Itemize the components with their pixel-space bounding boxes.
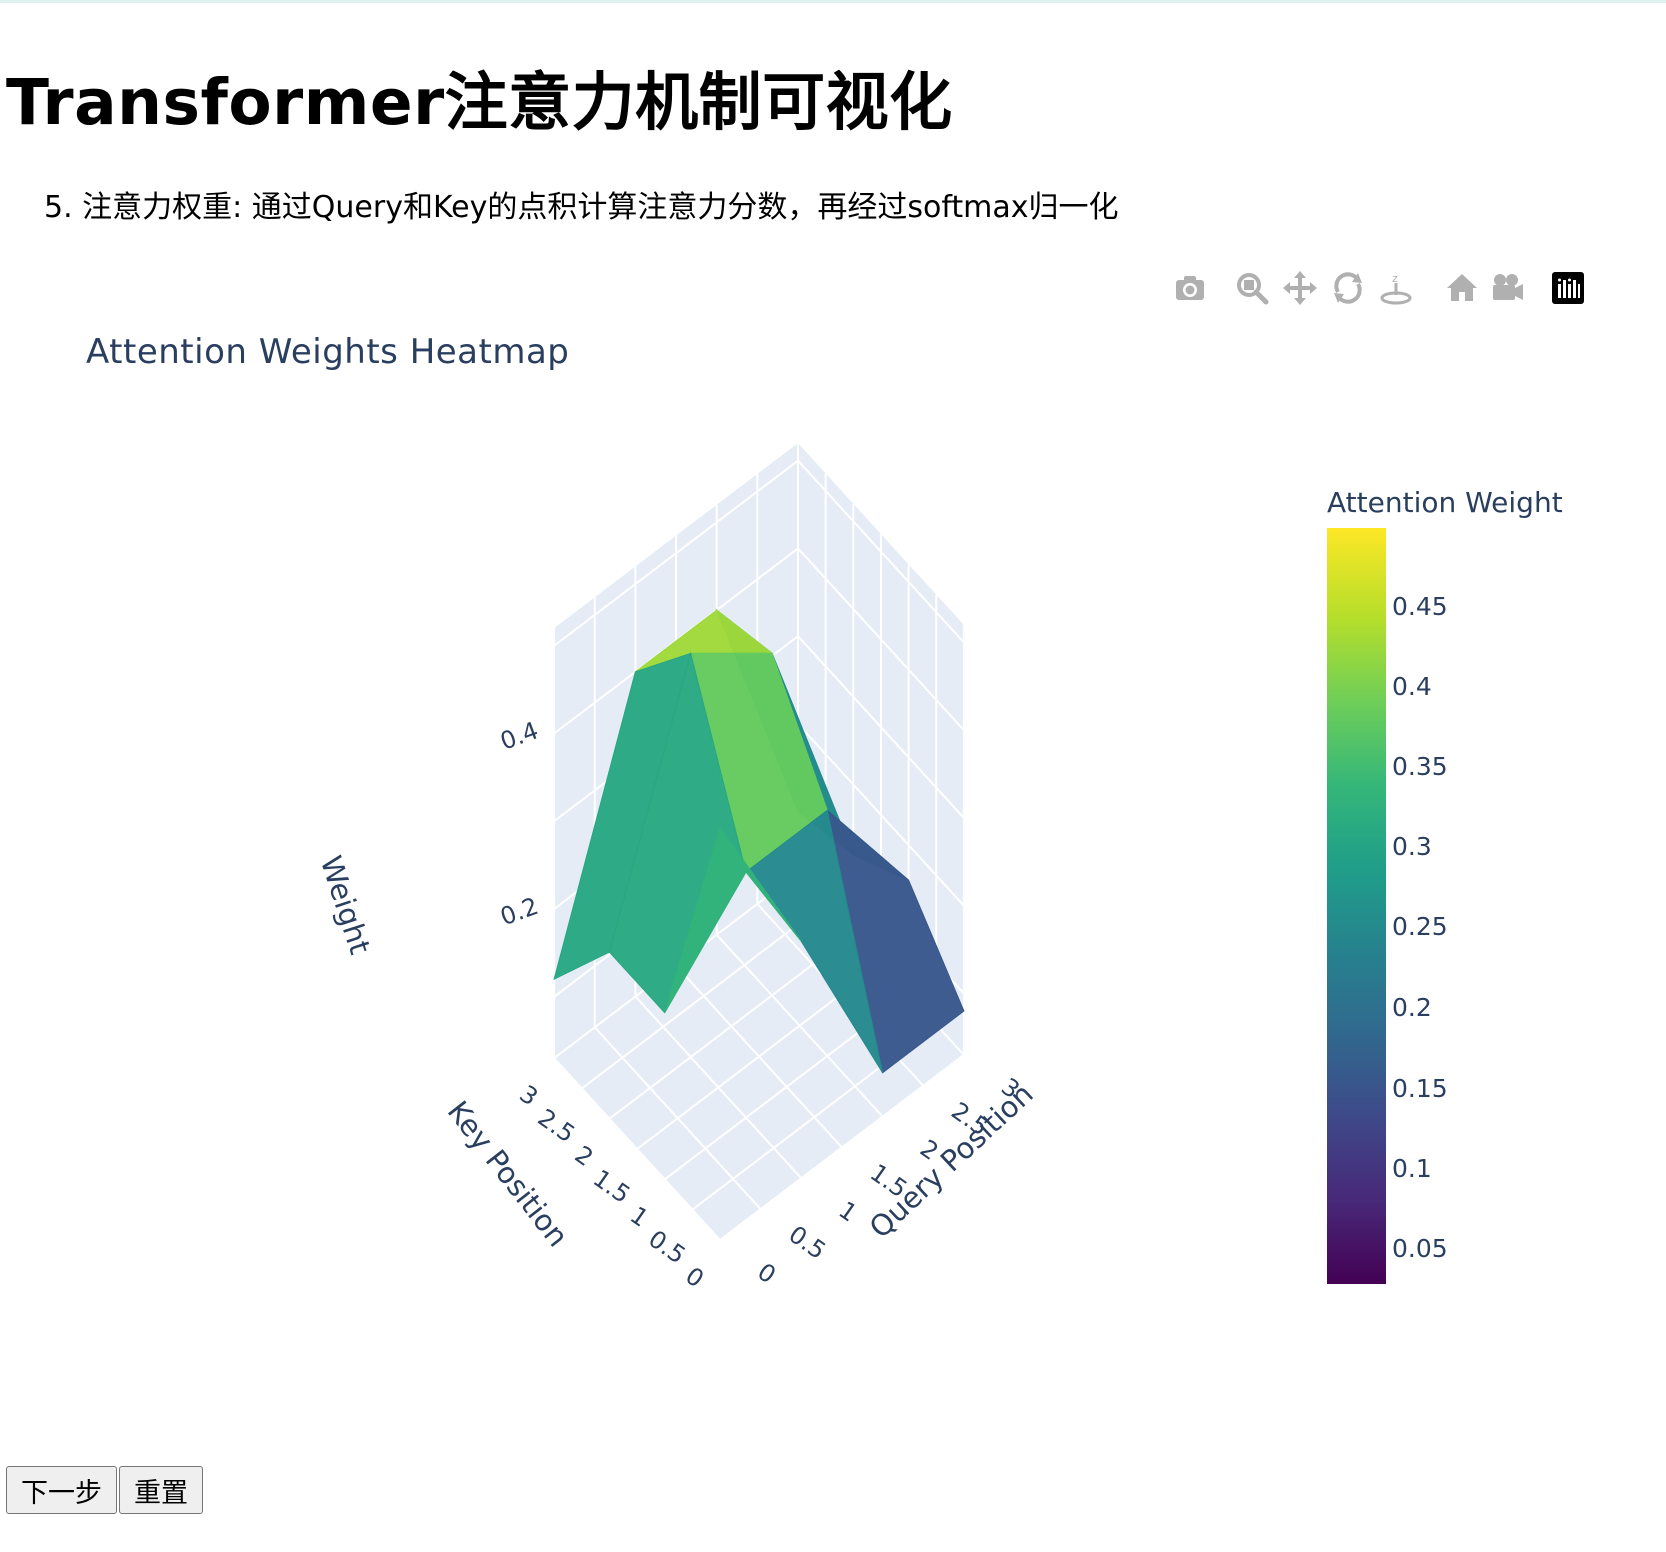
x-tick-label: 3 (514, 1080, 543, 1112)
z-tick-label: 0.4 (497, 716, 542, 755)
x-tick-label: 0 (680, 1262, 709, 1294)
x-tick-label: 2.5 (533, 1104, 580, 1149)
reset-button[interactable]: 重置 (119, 1466, 203, 1514)
colorbar-tick: 0.2 (1392, 993, 1432, 1022)
colorbar-tick: 0.15 (1392, 1074, 1448, 1103)
x-tick-label: 2 (570, 1140, 599, 1172)
colorbar-tick: 0.35 (1392, 752, 1448, 781)
colorbar-tick: 0.1 (1392, 1154, 1432, 1183)
next-step-button[interactable]: 下一步 (6, 1466, 117, 1514)
colorbar (1327, 528, 1386, 1284)
colorbar-tick: 0.4 (1392, 672, 1432, 701)
y-tick-label: 0 (752, 1258, 781, 1290)
y-tick-label: 1 (834, 1196, 863, 1228)
colorbar-title: Attention Weight (1327, 486, 1563, 519)
x-tick-label: 1.5 (588, 1164, 635, 1209)
colorbar-tick: 0.25 (1392, 912, 1448, 941)
colorbar-tick: 0.05 (1392, 1234, 1448, 1263)
z-tick-label: 0.2 (497, 892, 542, 931)
colorbar-tick: 0.3 (1392, 832, 1432, 861)
x-tick-label: 1 (625, 1201, 654, 1233)
x-tick-label: 0.5 (643, 1225, 690, 1270)
colorbar-tick: 0.45 (1392, 592, 1448, 621)
y-tick-label: 0.5 (784, 1220, 831, 1265)
z-axis-title: Weight (314, 852, 378, 959)
